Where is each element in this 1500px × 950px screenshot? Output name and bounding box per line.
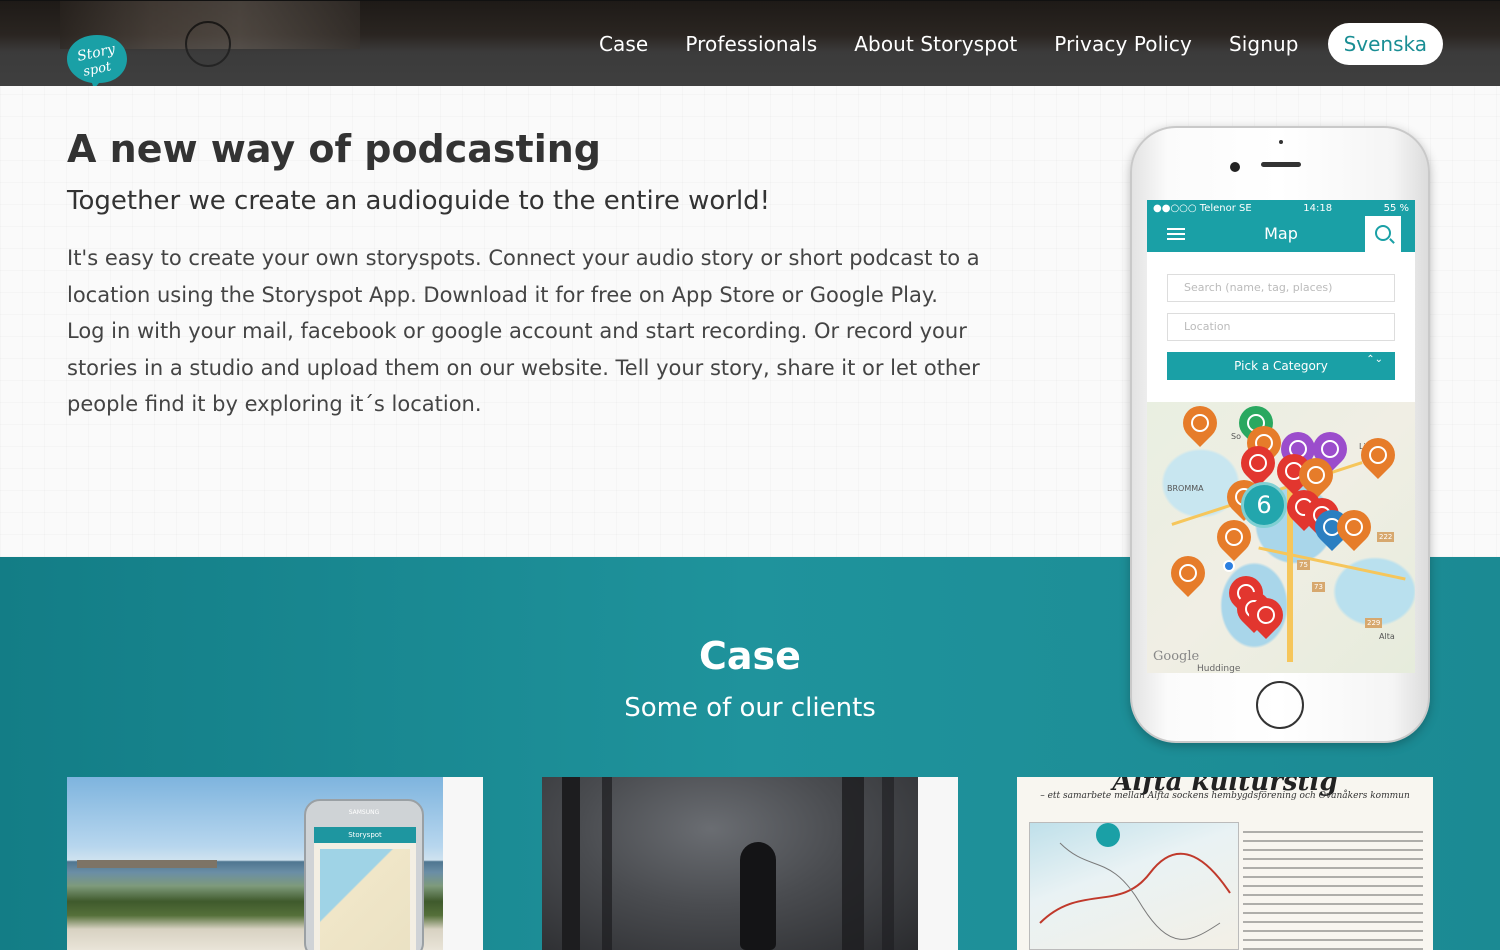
pin-inner — [1191, 414, 1209, 432]
phone-sensor — [1279, 140, 1283, 144]
pin-inner — [1225, 528, 1243, 546]
pin-inner — [1179, 564, 1197, 582]
pin-inner — [1257, 606, 1275, 624]
search-icon[interactable] — [1365, 216, 1401, 256]
tree-silhouette — [882, 777, 894, 950]
case-phone-screen: Storyspot — [314, 827, 416, 950]
pin-inner — [1369, 446, 1387, 464]
carrier-label: ●●○○○ Telenor SE — [1153, 202, 1252, 214]
hero-subtitle: Together we create an audioguide to the … — [67, 186, 771, 216]
language-switch-button[interactable]: Svenska — [1327, 23, 1443, 65]
case-card-1[interactable]: SAMSUNG Storyspot — [67, 777, 483, 950]
hero-title: A new way of podcasting — [67, 127, 601, 171]
road-shield: 222 — [1377, 532, 1395, 542]
chevron-updown-icon: ⌃⌄ — [1366, 354, 1383, 365]
person-silhouette — [740, 842, 776, 950]
pin-inner — [1321, 440, 1339, 458]
google-watermark: Google — [1153, 649, 1200, 664]
phone-brand: SAMSUNG — [348, 809, 380, 816]
phone-front-camera — [1230, 162, 1240, 172]
pin-inner — [1307, 466, 1325, 484]
pier-shape — [77, 860, 217, 868]
map-road — [1258, 546, 1406, 581]
phone-home-button — [1256, 681, 1304, 729]
hero-description: It's easy to create your own storyspots.… — [67, 246, 980, 416]
nav-link-case[interactable]: Case — [599, 32, 648, 56]
map-label-so: So — [1231, 432, 1241, 441]
map-cluster-badge[interactable]: 6 — [1241, 482, 1287, 528]
pick-category-label: Pick a Category — [1234, 359, 1328, 373]
brochure-text-columns — [1243, 825, 1423, 950]
app-screen: ●●○○○ Telenor SE 14:18 55 % Map Search (… — [1147, 200, 1415, 673]
brochure-route-map — [1039, 823, 1231, 940]
road-shield: 229 — [1365, 618, 1383, 628]
nav-link-signup[interactable]: Signup — [1229, 32, 1299, 56]
map-pin[interactable] — [1163, 548, 1213, 598]
phone-speaker — [1261, 162, 1301, 167]
storyspot-logo[interactable]: Story spot — [66, 33, 128, 89]
map-label-huddinge: Huddinge — [1197, 664, 1241, 673]
top-navbar: Story spot Case Professionals About Stor… — [0, 0, 1500, 89]
case-phone-appbar: Storyspot — [314, 827, 416, 843]
road-shield: 75 — [1297, 560, 1310, 570]
nav-link-professionals[interactable]: Professionals — [685, 32, 817, 56]
search-icon-handle — [1389, 238, 1395, 244]
map-label-bromma: BROMMA — [1167, 484, 1204, 493]
brochure-subheading: – ett samarbete mellan Alfta sockens hem… — [1040, 791, 1410, 801]
case-phone-map — [320, 849, 410, 950]
tree-silhouette — [562, 777, 580, 950]
phone-mockup: ●●○○○ Telenor SE 14:18 55 % Map Search (… — [1130, 126, 1430, 743]
battery-label: 55 % — [1383, 202, 1409, 214]
map-pin[interactable] — [1175, 398, 1225, 448]
brochure-map — [1029, 822, 1239, 950]
current-location-dot — [1223, 560, 1235, 572]
app-search-input[interactable]: Search (name, tag, places) — [1167, 274, 1395, 302]
road-shield: 73 — [1312, 582, 1325, 592]
pin-inner — [1345, 518, 1363, 536]
case-card-3[interactable]: Alfta kulturstig – ett samarbete mellan … — [1017, 777, 1433, 950]
cup-shape — [185, 21, 231, 67]
main-nav: Case Professionals About Storyspot Priva… — [562, 23, 1443, 65]
pick-category-dropdown[interactable]: Pick a Category ⌃⌄ — [1167, 352, 1395, 380]
time-label: 14:18 — [1303, 202, 1333, 214]
phone-status-bar: ●●○○○ Telenor SE 14:18 55 % — [1147, 200, 1415, 216]
nav-link-privacy[interactable]: Privacy Policy — [1054, 32, 1192, 56]
nav-link-about[interactable]: About Storyspot — [854, 32, 1017, 56]
pin-inner — [1249, 454, 1267, 472]
map-label-alta: Alta — [1379, 632, 1395, 641]
app-map[interactable]: So BROMMA Li Alta 222 75 73 229 24 — [1147, 398, 1415, 673]
tree-silhouette — [842, 777, 864, 950]
tree-silhouette — [602, 777, 612, 950]
case-card-2[interactable] — [542, 777, 958, 950]
case-phone-mockup: SAMSUNG Storyspot — [304, 799, 424, 950]
app-header: Map — [1147, 216, 1415, 256]
app-location-input[interactable]: Location — [1167, 313, 1395, 341]
map-pin[interactable] — [1353, 430, 1403, 480]
